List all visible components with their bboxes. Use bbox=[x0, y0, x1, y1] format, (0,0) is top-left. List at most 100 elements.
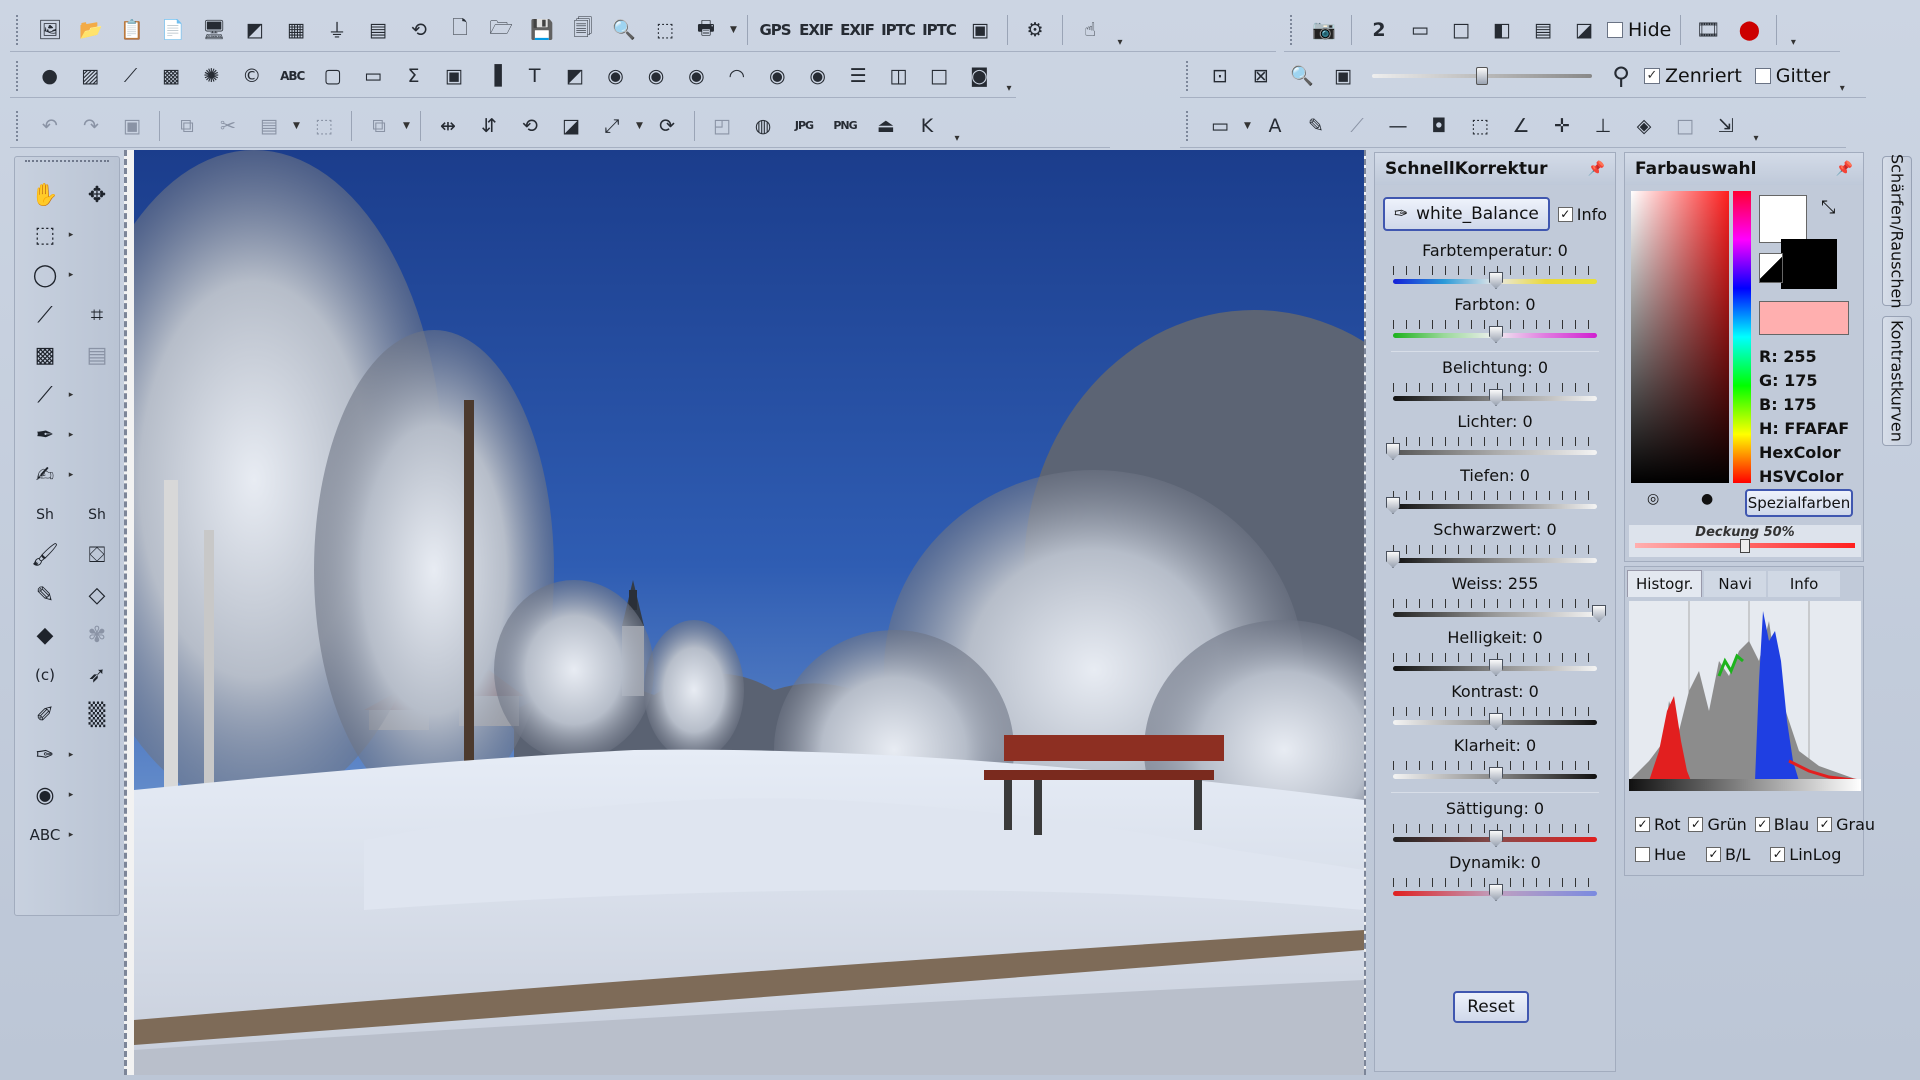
hand-icon[interactable]: ✋ bbox=[26, 177, 64, 213]
page-number-icon[interactable]: 2 bbox=[1361, 12, 1397, 48]
rectangle-dropdown-icon[interactable]: ▼ bbox=[1243, 121, 1252, 131]
exif-icon[interactable]: EXIF bbox=[798, 12, 834, 48]
slider-knob[interactable] bbox=[1489, 659, 1503, 676]
color-field[interactable] bbox=[1631, 191, 1729, 483]
copyright-icon[interactable]: © bbox=[234, 58, 269, 94]
history-icon[interactable]: ▣ bbox=[114, 108, 150, 144]
transparency-icon[interactable]: ◰ bbox=[704, 108, 740, 144]
color-eraser-icon[interactable]: ✐ bbox=[26, 697, 64, 733]
correction-slider[interactable]: Farbtemperatur: 0 bbox=[1383, 239, 1607, 293]
magnifier-icon[interactable]: ⚲ bbox=[1603, 58, 1639, 94]
compare-icon[interactable]: ◫ bbox=[881, 58, 916, 94]
slider-knob[interactable] bbox=[1386, 443, 1400, 460]
clipboard-icon[interactable]: 📄 bbox=[155, 12, 191, 48]
hue-strip[interactable] bbox=[1733, 191, 1751, 483]
layers-icon[interactable]: ☰ bbox=[840, 58, 875, 94]
text-abc-icon[interactable]: ABC bbox=[274, 58, 309, 94]
gps-icon[interactable]: GPS bbox=[757, 12, 793, 48]
text-abc-tool-icon[interactable]: ABC bbox=[26, 817, 64, 853]
eye-icon[interactable]: ◉ bbox=[598, 58, 633, 94]
sharpen-brush-icon[interactable]: Sh bbox=[26, 497, 64, 533]
text-flyout-icon[interactable]: ▸ bbox=[69, 817, 74, 853]
export-icon[interactable]: ⇲ bbox=[1708, 108, 1744, 144]
camera-icon[interactable]: 📷 bbox=[1306, 12, 1342, 48]
opacity-slider[interactable]: Deckung 50% bbox=[1629, 525, 1861, 557]
gear-icon[interactable]: ⚙ bbox=[1017, 12, 1053, 48]
iptc-edit-icon[interactable]: IPTC bbox=[921, 12, 957, 48]
info-pointer-icon[interactable]: ☝ bbox=[1072, 12, 1108, 48]
tab-navi[interactable]: Navi bbox=[1704, 571, 1766, 597]
hsv-color-link[interactable]: HSVColor bbox=[1759, 465, 1849, 489]
compare-view-icon[interactable]: ◪ bbox=[1566, 12, 1602, 48]
slider-knob[interactable] bbox=[1489, 767, 1503, 784]
toolbar-overflow-icon[interactable]: ▾ bbox=[1749, 108, 1763, 144]
gradient-icon[interactable]: ▨ bbox=[72, 58, 107, 94]
correction-slider[interactable]: Helligkeit: 0 bbox=[1383, 626, 1607, 680]
red-eye-flyout-icon[interactable]: ▸ bbox=[69, 777, 74, 813]
toolbar-grip[interactable] bbox=[1290, 14, 1295, 45]
single-view-icon[interactable]: ▭ bbox=[1402, 12, 1438, 48]
histogram-checkbox-grn[interactable]: ✓ Grün bbox=[1688, 815, 1747, 834]
dual-view-icon[interactable]: ▤ bbox=[1525, 12, 1561, 48]
blank-square-icon[interactable]: □ bbox=[921, 58, 956, 94]
move-icon[interactable]: ✥ bbox=[78, 177, 116, 213]
open-icon[interactable]: 📂 bbox=[73, 12, 109, 48]
pattern-icon[interactable]: ▒ bbox=[78, 697, 116, 733]
print-dropdown-icon[interactable]: ▼ bbox=[729, 25, 738, 35]
image-canvas[interactable] bbox=[124, 150, 1366, 1075]
zoom-100-icon[interactable]: ▣ bbox=[1325, 58, 1361, 94]
checkbox-box[interactable] bbox=[1635, 847, 1650, 862]
crosshair-icon[interactable]: ✛ bbox=[1544, 108, 1580, 144]
blank-tool-icon[interactable]: □ bbox=[1667, 108, 1703, 144]
slider-knob[interactable] bbox=[1489, 326, 1503, 343]
bucket-icon[interactable]: ⛋ bbox=[78, 537, 116, 573]
paste-icon[interactable]: ▤ bbox=[251, 108, 287, 144]
histogram-checkbox-blau[interactable]: ✓ Blau bbox=[1754, 815, 1809, 834]
record-icon[interactable]: ⬤ bbox=[1731, 12, 1767, 48]
tab-info[interactable]: Info bbox=[1767, 571, 1841, 597]
histogram-checkbox-linlog[interactable]: ✓ LinLog bbox=[1770, 845, 1841, 864]
radio-icon[interactable]: ◎ bbox=[1647, 491, 1659, 507]
grid-icon[interactable]: ▦ bbox=[278, 12, 314, 48]
slider-knob[interactable] bbox=[1386, 497, 1400, 514]
dodge-icon[interactable]: ⟋ bbox=[26, 377, 64, 413]
clone-dropdown-icon[interactable]: ▼ bbox=[402, 121, 411, 131]
new-icon[interactable]: 🗋 bbox=[442, 12, 478, 48]
sum-icon[interactable]: Σ bbox=[396, 58, 431, 94]
sphere-icon[interactable]: ● bbox=[32, 58, 67, 94]
flip-vertical-icon[interactable]: ⇵ bbox=[471, 108, 507, 144]
tab-schaerfen-rauschen[interactable]: Schärfen/Rauschen bbox=[1882, 154, 1912, 308]
toolbar-grip[interactable] bbox=[16, 60, 21, 91]
correction-slider[interactable]: Dynamik: 0 bbox=[1383, 851, 1607, 905]
spezialfarben-button[interactable]: Spezialfarben bbox=[1745, 489, 1853, 517]
angle-icon[interactable]: ∠ bbox=[1503, 108, 1539, 144]
reset-button[interactable]: Reset bbox=[1453, 991, 1529, 1023]
frame-icon[interactable]: ▢ bbox=[315, 58, 350, 94]
toolbar-overflow-icon[interactable]: ▾ bbox=[1786, 12, 1800, 48]
toolbar-grip[interactable] bbox=[16, 14, 21, 45]
portrait-icon[interactable]: ◘ bbox=[1421, 108, 1457, 144]
smudge-icon[interactable]: ✍ bbox=[26, 457, 64, 493]
tab-kontrastkurven[interactable]: Kontrastkurven bbox=[1882, 316, 1912, 446]
hide-checkbox-box[interactable] bbox=[1607, 21, 1623, 38]
fit-window-icon[interactable]: ⊡ bbox=[1202, 58, 1238, 94]
perspective-icon[interactable]: ◪ bbox=[553, 108, 589, 144]
checkbox-box[interactable]: ✓ bbox=[1706, 847, 1722, 862]
copy-icon[interactable]: ⧉ bbox=[169, 108, 205, 144]
eyedropper-icon[interactable]: ✑ bbox=[26, 737, 64, 773]
puzzle-icon[interactable]: ◙ bbox=[962, 58, 997, 94]
dot-icon[interactable]: ● bbox=[1701, 491, 1713, 507]
slider-knob[interactable] bbox=[1489, 830, 1503, 847]
marquee-flyout-icon[interactable]: ▸ bbox=[69, 217, 74, 253]
copyright-tool-icon[interactable]: (c) bbox=[26, 657, 64, 693]
eye-fill-icon[interactable]: ◉ bbox=[800, 58, 835, 94]
eraser-icon[interactable]: ◇ bbox=[78, 577, 116, 613]
resize-icon[interactable]: ⤢ bbox=[594, 108, 630, 144]
circle-icon[interactable]: ◍ bbox=[745, 108, 781, 144]
tab-histogram[interactable]: Histogr. bbox=[1627, 570, 1703, 597]
eyedropper-flyout-icon[interactable]: ▸ bbox=[69, 737, 74, 773]
flip-horizontal-icon[interactable]: ⇹ bbox=[430, 108, 466, 144]
eye-closed-icon[interactable]: ◠ bbox=[719, 58, 754, 94]
zoom-in-icon[interactable]: 🔍 bbox=[1284, 58, 1320, 94]
stamp-icon[interactable]: ◈ bbox=[1626, 108, 1662, 144]
